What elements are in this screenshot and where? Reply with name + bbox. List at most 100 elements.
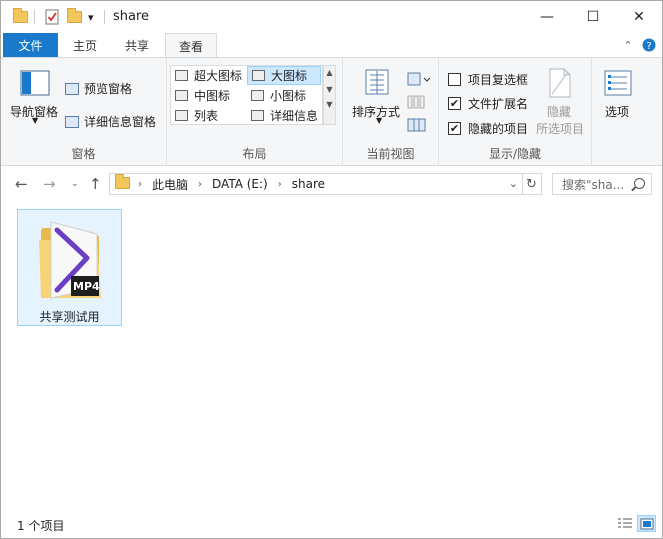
layout-label: 超大图标 bbox=[194, 69, 243, 83]
forward-button[interactable]: → bbox=[43, 175, 56, 193]
group-by-button[interactable] bbox=[407, 72, 431, 86]
file-extensions-checkbox[interactable]: ✔ bbox=[448, 97, 461, 110]
preview-pane-label: 预览窗格 bbox=[84, 82, 133, 96]
group-label-show-hide: 显示/隐藏 bbox=[488, 147, 542, 161]
sort-by-icon bbox=[362, 68, 392, 101]
breadcrumb-separator-icon[interactable]: › bbox=[198, 179, 202, 190]
hidden-items-toggle[interactable]: ✔ 隐藏的项目 bbox=[448, 120, 528, 137]
size-columns-button[interactable] bbox=[407, 118, 427, 132]
navigation-pane-icon bbox=[20, 70, 50, 99]
medium-icons-icon bbox=[175, 90, 188, 101]
close-button[interactable]: ✕ bbox=[616, 1, 662, 33]
address-dropdown-icon[interactable]: ⌄ bbox=[509, 177, 518, 190]
help-icon[interactable]: ? bbox=[640, 33, 658, 57]
file-item[interactable]: MP4 共享测试用 bbox=[17, 209, 122, 326]
extra-large-icons-icon bbox=[175, 70, 188, 81]
explorer-window: ▾ share — ☐ ✕ 文件 主页 共享 查看 ⌃ ? 导航窗格 ▼ 预览窗… bbox=[0, 0, 663, 539]
details-pane-button[interactable]: 详细信息窗格 bbox=[65, 113, 156, 130]
layout-gallery: 超大图标 大图标 中图标 小图标 列表 详细信息 bbox=[170, 65, 323, 125]
tab-home[interactable]: 主页 bbox=[61, 33, 109, 57]
scroll-up-icon[interactable]: ▲ bbox=[324, 68, 335, 77]
hide-selected-icon bbox=[548, 68, 572, 101]
file-extensions-label: 文件扩展名 bbox=[468, 97, 529, 111]
group-current-view: 排序方式 ▼ 当前视图 bbox=[343, 58, 439, 165]
up-button[interactable]: ↑ bbox=[89, 175, 102, 193]
hide-selected-button-label: 所选项目 bbox=[536, 122, 585, 136]
tab-share[interactable]: 共享 bbox=[113, 33, 161, 57]
recent-locations-chevron-icon[interactable]: ⌄ bbox=[71, 179, 79, 189]
group-label-layout: 布局 bbox=[242, 147, 267, 161]
customize-quick-access-icon[interactable]: ▾ bbox=[88, 8, 94, 26]
details-pane-label: 详细信息窗格 bbox=[84, 115, 157, 129]
details-icon bbox=[251, 110, 264, 121]
layout-label: 详细信息 bbox=[270, 109, 319, 123]
divider bbox=[34, 10, 35, 24]
item-count: 1 个项目 bbox=[17, 519, 65, 533]
hide-selected-button[interactable]: 隐藏 bbox=[547, 103, 571, 120]
search-icon bbox=[634, 178, 645, 189]
ribbon: 导航窗格 ▼ 预览窗格 详细信息窗格 窗格 布局 超大图标 大图标 中图标 小图… bbox=[1, 57, 662, 166]
refresh-button[interactable]: ↻ bbox=[522, 173, 542, 195]
breadcrumb-share[interactable]: share bbox=[292, 177, 325, 191]
divider bbox=[104, 10, 105, 24]
layout-large-icons[interactable]: 大图标 bbox=[247, 66, 321, 85]
file-list-area[interactable]: MP4 共享测试用 bbox=[1, 201, 662, 507]
mp4-badge: MP4 bbox=[73, 280, 100, 293]
options-button[interactable]: 选项 bbox=[605, 103, 629, 120]
window-title: share bbox=[113, 9, 150, 24]
file-extensions-toggle[interactable]: ✔ 文件扩展名 bbox=[448, 95, 528, 112]
options-icon bbox=[604, 70, 632, 99]
layout-medium-icons[interactable]: 中图标 bbox=[171, 86, 246, 105]
breadcrumb-separator-icon[interactable]: › bbox=[278, 179, 282, 190]
item-checkboxes-toggle[interactable]: 项目复选框 bbox=[448, 71, 528, 88]
layout-scroll[interactable]: ▲ ▼ ▼ bbox=[323, 65, 336, 125]
group-options: 选项 bbox=[592, 58, 645, 165]
tab-file[interactable]: 文件 bbox=[3, 33, 58, 57]
collapse-ribbon-icon[interactable]: ⌃ bbox=[619, 33, 637, 57]
maximize-button[interactable]: ☐ bbox=[570, 1, 616, 33]
tab-view[interactable]: 查看 bbox=[165, 33, 217, 58]
item-checkboxes-checkbox[interactable] bbox=[448, 73, 461, 86]
minimize-button[interactable]: — bbox=[524, 1, 570, 33]
chevron-down-icon[interactable]: ▼ bbox=[376, 116, 382, 125]
item-checkboxes-label: 项目复选框 bbox=[468, 73, 529, 87]
preview-pane-icon bbox=[65, 82, 79, 95]
group-label-panes: 窗格 bbox=[71, 147, 96, 161]
layout-label: 列表 bbox=[194, 109, 219, 123]
search-input[interactable]: 搜索"sha... bbox=[552, 173, 652, 195]
breadcrumb-data-drive[interactable]: DATA (E:) bbox=[212, 177, 268, 191]
properties-icon[interactable] bbox=[45, 8, 59, 26]
title-bar: ▾ share — ☐ ✕ bbox=[1, 1, 662, 33]
group-show-hide: 项目复选框 ✔ 文件扩展名 ✔ 隐藏的项目 隐藏 所选项目 显示/隐藏 bbox=[439, 58, 592, 165]
list-icon bbox=[175, 110, 188, 121]
add-columns-button[interactable] bbox=[407, 95, 427, 109]
large-icons-icon bbox=[252, 70, 265, 81]
details-view-button[interactable] bbox=[615, 515, 634, 532]
navigation-bar: ← → ⌄ ↑ › 此电脑 › DATA (E:) › share ⌄ ↻ 搜索… bbox=[1, 167, 662, 201]
back-button[interactable]: ← bbox=[15, 175, 28, 193]
layout-details[interactable]: 详细信息 bbox=[247, 106, 321, 125]
breadcrumb-this-pc[interactable]: 此电脑 bbox=[152, 176, 188, 193]
preview-pane-button[interactable]: 预览窗格 bbox=[65, 80, 132, 97]
status-bar: 1 个项目 bbox=[1, 507, 662, 538]
small-icons-icon bbox=[251, 90, 264, 101]
layout-label: 中图标 bbox=[194, 89, 231, 103]
new-folder-icon[interactable] bbox=[67, 8, 82, 26]
large-icons-view-button[interactable] bbox=[637, 515, 656, 532]
scroll-down-icon[interactable]: ▼ bbox=[324, 85, 335, 94]
layout-extra-large-icons[interactable]: 超大图标 bbox=[171, 66, 246, 85]
address-folder-icon bbox=[115, 173, 130, 192]
layout-list[interactable]: 列表 bbox=[171, 106, 246, 125]
file-name: 共享测试用 bbox=[39, 310, 100, 324]
window-folder-icon bbox=[13, 8, 28, 26]
chevron-down-icon[interactable]: ▼ bbox=[32, 116, 38, 125]
group-panes: 导航窗格 ▼ 预览窗格 详细信息窗格 窗格 bbox=[1, 58, 167, 165]
expand-gallery-icon[interactable]: ▼ bbox=[324, 100, 335, 109]
layout-small-icons[interactable]: 小图标 bbox=[247, 86, 321, 105]
layout-label: 大图标 bbox=[271, 69, 308, 83]
hidden-items-checkbox[interactable]: ✔ bbox=[448, 122, 461, 135]
ribbon-tab-bar: 文件 主页 共享 查看 ⌃ ? bbox=[1, 33, 662, 58]
breadcrumb-separator-icon[interactable]: › bbox=[138, 179, 142, 190]
svg-text:?: ? bbox=[646, 41, 651, 52]
address-bar[interactable]: › 此电脑 › DATA (E:) › share ⌄ bbox=[109, 173, 523, 195]
